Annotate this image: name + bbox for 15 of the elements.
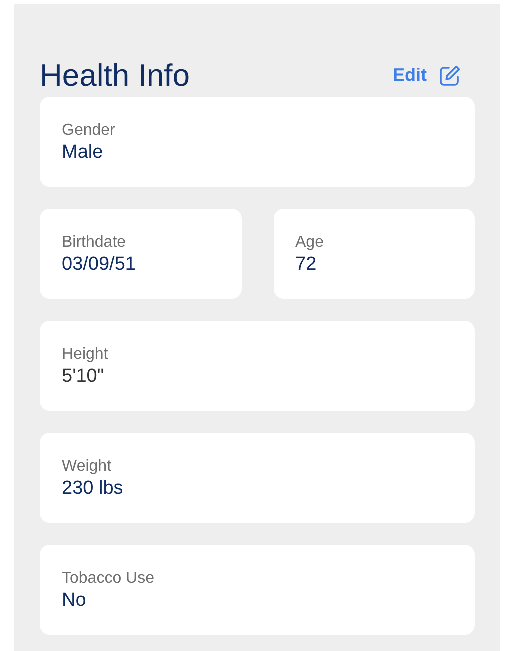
edit-icon [439,64,461,86]
field-value: Male [62,141,104,165]
field-value: No [62,589,86,613]
field-label: Tobacco Use [62,569,154,589]
field-label: Age [296,233,324,253]
field-label: Weight [62,457,112,477]
edit-button[interactable]: Edit [393,64,475,86]
field-label: Birthdate [62,233,126,253]
field-label: Gender [62,121,116,141]
field-value: 230 lbs [62,477,124,501]
field-value: 72 [296,253,317,277]
field-label: Height [62,345,108,365]
field-value: 03/09/51 [62,253,136,277]
field-value: 5'10" [62,365,104,389]
section-title: Health Info [40,58,190,94]
